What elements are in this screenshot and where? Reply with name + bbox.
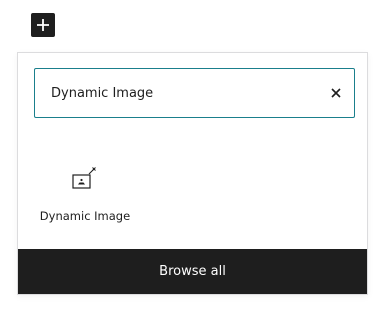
search-input[interactable] [51,69,311,117]
search-field [34,68,355,118]
close-icon [331,88,341,98]
block-result-label: Dynamic Image [39,209,131,223]
clear-search-button[interactable] [324,81,348,105]
block-inserter-popover: Dynamic Image Browse all [17,52,368,295]
dynamic-image-icon [72,167,96,189]
plus-icon [37,19,49,31]
block-result-dynamic-image[interactable]: Dynamic Image [34,156,130,236]
browse-all-button[interactable]: Browse all [18,249,367,294]
add-block-toggle-button[interactable] [31,13,55,37]
